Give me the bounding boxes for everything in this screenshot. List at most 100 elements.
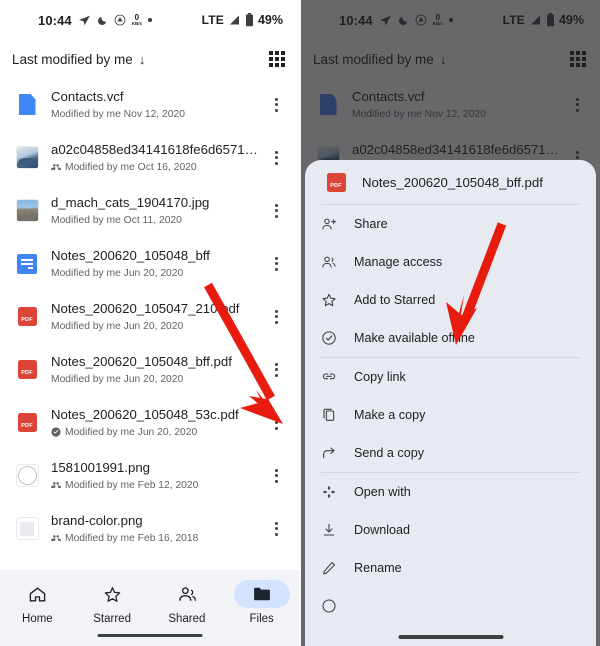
- nav-item-home[interactable]: Home: [0, 580, 75, 625]
- file-meta: Modified by me Jun 20, 2020: [51, 268, 263, 279]
- network-speed-icon: 0 KB/s: [132, 13, 142, 27]
- menu-item-label: Download: [354, 523, 411, 537]
- star-icon: [84, 580, 140, 608]
- pdf-file-icon: PDF: [12, 307, 42, 326]
- file-meta-text: Modified by me Oct 16, 2020: [65, 161, 197, 173]
- overflow-menu-icon[interactable]: [263, 468, 289, 483]
- menu-item-add-to-starred[interactable]: Add to Starred: [305, 281, 596, 319]
- screenshot-stage: 10:44 0 KB/s LTE 49% Last modified by me…: [0, 0, 600, 646]
- people-icon: [159, 580, 215, 608]
- overflow-menu-icon[interactable]: [263, 150, 289, 165]
- overflow-menu-icon[interactable]: [263, 309, 289, 324]
- file-list: Contacts.vcf Modified by me Nov 12, 2020…: [0, 78, 299, 555]
- nav-item-shared[interactable]: Shared: [150, 580, 225, 625]
- shared-people-icon: [51, 533, 61, 543]
- list-item[interactable]: Contacts.vcf Modified by me Nov 12, 2020: [0, 78, 299, 131]
- nav-item-files[interactable]: Files: [224, 580, 299, 625]
- menu-item-rename[interactable]: Rename: [305, 549, 596, 587]
- status-bar-left: 10:44 0 KB/s: [38, 13, 152, 28]
- pencil-icon: [321, 560, 343, 576]
- file-meta-text: Modified by me Jun 20, 2020: [51, 267, 184, 279]
- offline-check-icon: [321, 330, 343, 346]
- overflow-menu-icon[interactable]: [263, 521, 289, 536]
- nav-label: Files: [249, 613, 274, 625]
- battery-icon: [245, 13, 254, 27]
- list-item[interactable]: brand-color.png Modified by me Feb 16, 2…: [0, 502, 299, 555]
- list-item[interactable]: d_mach_cats_1904170.jpg Modified by me O…: [0, 184, 299, 237]
- list-item[interactable]: PDF Notes_200620_105048_bff.pdf Modified…: [0, 343, 299, 396]
- file-name: Contacts.vcf: [51, 89, 124, 105]
- list-item[interactable]: Notes_200620_105048_bff Modified by me J…: [0, 237, 299, 290]
- menu-item-label: Share: [354, 217, 388, 231]
- file-meta: Modified by me Oct 11, 2020: [51, 215, 263, 226]
- menu-item-share[interactable]: Share: [305, 205, 596, 243]
- overflow-menu-icon[interactable]: [263, 415, 289, 430]
- sheet-file-name: Notes_200620_105048_bff.pdf: [362, 174, 543, 190]
- menu-item-download[interactable]: Download: [305, 511, 596, 549]
- file-name: Notes_200620_105048_bff.pdf: [51, 354, 232, 370]
- network-type-label: LTE: [201, 13, 224, 27]
- menu-item-partial-next[interactable]: [305, 587, 596, 625]
- overflow-menu-icon[interactable]: [263, 203, 289, 218]
- menu-item-label: Open with: [354, 485, 411, 499]
- overflow-menu-icon[interactable]: [263, 362, 289, 377]
- menu-item-label: Manage access: [354, 255, 443, 269]
- menu-item-send-a-copy[interactable]: Send a copy: [305, 434, 596, 472]
- file-meta-text: Modified by me Feb 16, 2018: [65, 532, 199, 544]
- list-item[interactable]: 1581001991.png Modified by me Feb 12, 20…: [0, 449, 299, 502]
- list-item[interactable]: PDF Notes_200620_105048_53c.pdf Modified…: [0, 396, 299, 449]
- download-icon: [321, 522, 343, 538]
- file-name: 1581001991.png: [51, 460, 151, 476]
- shared-people-icon: [51, 480, 61, 490]
- image-file-icon: [12, 146, 42, 169]
- file-meta: Modified by me Feb 16, 2018: [51, 533, 263, 544]
- image-file-icon: [12, 464, 42, 487]
- image-file-icon: [12, 199, 42, 222]
- file-meta: Modified by me Jun 20, 2020: [51, 321, 263, 332]
- star-icon: [321, 292, 343, 308]
- status-bar: 10:44 0 KB/s LTE: [0, 0, 299, 40]
- file-text: d_mach_cats_1904170.jpg Modified by me O…: [42, 195, 263, 226]
- file-text: a02c04858ed34141618fe6d65719a8a... Modif…: [42, 142, 263, 173]
- signal-icon: [228, 14, 241, 26]
- partial-icon: [321, 598, 343, 614]
- file-name: Notes_200620_105048_53c.pdf: [51, 407, 239, 423]
- file-meta-text: Modified by me Jun 20, 2020: [51, 373, 184, 385]
- menu-item-copy-link[interactable]: Copy link: [305, 358, 596, 396]
- overflow-menu-icon[interactable]: [263, 256, 289, 271]
- send-arrow-icon: [321, 445, 343, 461]
- file-meta-text: Modified by me Feb 12, 2020: [65, 479, 199, 491]
- left-panel-file-list: 10:44 0 KB/s LTE 49% Last modified by me…: [0, 0, 299, 646]
- person-add-icon: [321, 216, 343, 232]
- list-item[interactable]: PDF Notes_200620_105047_210.pdf Modified…: [0, 290, 299, 343]
- menu-item-manage-access[interactable]: Manage access: [305, 243, 596, 281]
- file-text: Contacts.vcf Modified by me Nov 12, 2020: [42, 89, 263, 120]
- sort-label[interactable]: Last modified by me: [12, 52, 133, 67]
- menu-item-make-available-offline[interactable]: Make available offline: [305, 319, 596, 357]
- menu-group-1: Share Manage access Add to Starred Make …: [305, 205, 596, 357]
- file-text: 1581001991.png Modified by me Feb 12, 20…: [42, 460, 263, 491]
- file-meta: Modified by me Oct 16, 2020: [51, 162, 263, 173]
- menu-item-make-a-copy[interactable]: Make a copy: [305, 396, 596, 434]
- app-bar: Last modified by me ↓: [0, 40, 299, 78]
- folder-icon: [233, 580, 290, 608]
- overflow-menu-icon[interactable]: [263, 97, 289, 112]
- file-text: brand-color.png Modified by me Feb 16, 2…: [42, 513, 263, 544]
- open-with-icon: [321, 484, 343, 500]
- menu-item-open-with[interactable]: Open with: [305, 473, 596, 511]
- manage-access-icon: [321, 254, 343, 270]
- sheet-header: PDF Notes_200620_105048_bff.pdf: [305, 160, 596, 204]
- battery-percent-label: 49%: [257, 13, 283, 27]
- file-meta-text: Modified by me Jun 20, 2020: [65, 426, 198, 438]
- file-name: Notes_200620_105048_bff: [51, 248, 210, 264]
- file-meta-text: Modified by me Oct 11, 2020: [51, 214, 182, 226]
- file-name: Notes_200620_105047_210.pdf: [51, 301, 240, 317]
- file-meta: Modified by me Jun 20, 2020: [51, 374, 263, 385]
- list-item[interactable]: a02c04858ed34141618fe6d65719a8a... Modif…: [0, 131, 299, 184]
- nav-item-starred[interactable]: Starred: [75, 580, 150, 625]
- file-name: brand-color.png: [51, 513, 143, 529]
- file-meta-text: Modified by me Nov 12, 2020: [51, 108, 185, 120]
- pdf-file-icon: PDF: [12, 413, 42, 432]
- grid-view-icon[interactable]: [269, 51, 285, 67]
- sort-direction-arrow-icon[interactable]: ↓: [139, 52, 146, 67]
